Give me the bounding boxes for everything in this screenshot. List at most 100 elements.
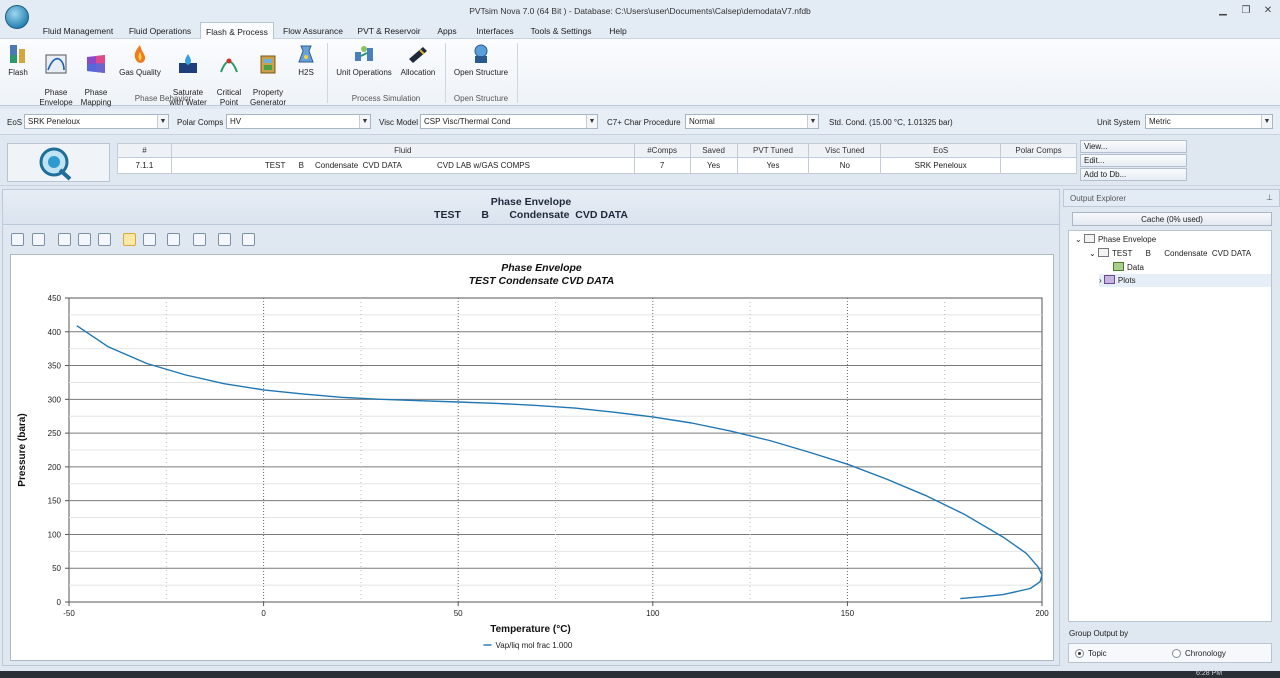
- phase-envelope-label: Phase Envelope: [39, 88, 73, 107]
- tab-tools-settings[interactable]: Tools & Settings: [528, 24, 594, 39]
- table-row[interactable]: 7.1.1 TEST B Condensate CVD DATA CVD LAB…: [117, 157, 1077, 174]
- edit-button[interactable]: Edit...: [1080, 154, 1187, 167]
- x-axis-label: Temperature (°C): [490, 624, 571, 635]
- unit-system-select[interactable]: Metric ▼: [1145, 114, 1273, 129]
- chronology-radio[interactable]: [1172, 649, 1181, 658]
- polar-comps-select[interactable]: HV ▼: [226, 114, 371, 129]
- ribbon: Flash Phase Envelope Phase Mapping Gas Q…: [0, 39, 1280, 108]
- tab-flow-assurance[interactable]: Flow Assurance: [280, 24, 346, 39]
- critical-point-button[interactable]: Critical Point: [212, 43, 246, 108]
- phase-mapping-label: Phase Mapping: [80, 88, 112, 107]
- expand-icon[interactable]: ⌄: [1089, 249, 1098, 258]
- app-window: PVTsim Nova 7.0 (64 Bit ) - Database: C:…: [0, 0, 1280, 678]
- table-icon[interactable]: [143, 233, 156, 246]
- chronology-label: Chronology: [1185, 649, 1226, 658]
- tab-fluid-management[interactable]: Fluid Management: [40, 24, 116, 39]
- close-button[interactable]: ✕: [1262, 5, 1274, 17]
- x-tick-label: 150: [841, 609, 855, 618]
- tab-apps[interactable]: Apps: [432, 24, 462, 39]
- fluid-pvt-tuned: Yes: [736, 157, 810, 174]
- tab-help[interactable]: Help: [604, 24, 632, 39]
- visc-model-select[interactable]: CSP Visc/Thermal Cond ▼: [420, 114, 598, 129]
- column-header: Fluid: [170, 143, 635, 158]
- group-label-phase-behavior: Phase Behavior: [134, 94, 192, 103]
- expand-icon[interactable]: ⌄: [1075, 235, 1084, 244]
- zoom-icon[interactable]: [58, 233, 71, 246]
- chart-settings-icon[interactable]: [242, 233, 255, 246]
- critical-point-icon: [220, 58, 238, 73]
- y-axis-label: Pressure (bara): [17, 413, 28, 486]
- group-output-label: Group Output by: [1069, 629, 1129, 638]
- flash-label: Flash: [8, 68, 28, 77]
- tab-fluid-operations[interactable]: Fluid Operations: [124, 24, 196, 39]
- chevron-down-icon: ▼: [586, 115, 597, 128]
- fluid-logo: [7, 143, 110, 182]
- c7-procedure-label: C7+ Char Procedure: [607, 118, 681, 127]
- fluid-visc-tuned: No: [808, 157, 882, 174]
- topic-label: Topic: [1088, 649, 1107, 658]
- c7-procedure-select[interactable]: Normal ▼: [685, 114, 819, 129]
- y-tick-label: 50: [52, 564, 61, 573]
- print-icon[interactable]: [78, 233, 91, 246]
- unit-system-value: Metric: [1149, 117, 1171, 126]
- x-tick-label: 0: [261, 609, 266, 618]
- plot-toolbar: [2, 228, 1060, 250]
- plot-area: 0 50 100 150 200 250 300 350 400 450 -50 0 50 100 150 2…: [10, 254, 1054, 661]
- zoom-fit-icon[interactable]: [193, 233, 206, 246]
- tree-node-phase-envelope[interactable]: ⌄ Phase Envelope: [1075, 233, 1156, 246]
- new-document-icon[interactable]: [32, 233, 45, 246]
- open-structure-button[interactable]: Open Structure: [450, 43, 512, 78]
- app-logo-icon[interactable]: [5, 5, 29, 29]
- y-tick-label: 300: [48, 395, 62, 404]
- eos-select[interactable]: SRK Peneloux ▼: [24, 114, 169, 129]
- column-header: Polar Comps: [1000, 143, 1077, 158]
- gas-quality-button[interactable]: Gas Quality: [116, 43, 164, 78]
- pin-icon[interactable]: ⊥: [1266, 193, 1273, 202]
- edit-icon[interactable]: [218, 233, 231, 246]
- column-header: PVT Tuned: [736, 143, 810, 158]
- tab-interfaces[interactable]: Interfaces: [470, 24, 520, 39]
- fluid-drop-icon: [39, 147, 72, 181]
- search-icon[interactable]: [167, 233, 180, 246]
- tab-flash-process[interactable]: Flash & Process: [200, 22, 274, 40]
- list-view-icon[interactable]: [123, 233, 136, 246]
- chevron-down-icon: ▼: [157, 115, 168, 128]
- x-tick-label: 200: [1035, 609, 1049, 618]
- topic-radio[interactable]: [1075, 649, 1084, 658]
- eos-label: EoS: [7, 118, 23, 127]
- phase-envelope-chart: 050100150200250300350400450-50 0 50 100 150 2…: [17, 262, 1049, 650]
- gas-quality-icon: [134, 45, 146, 63]
- chevron-down-icon: ▼: [359, 115, 370, 128]
- taskbar: [0, 671, 1280, 678]
- h2s-button[interactable]: H2S: [292, 43, 320, 78]
- critical-point-label: Critical Point: [216, 88, 242, 107]
- tree-node-fluid[interactable]: ⌄ TEST B Condensate CVD DATA: [1089, 247, 1251, 260]
- visc-model-label: Visc Model: [379, 118, 418, 127]
- open-structure-icon: [474, 44, 488, 63]
- unit-operations-button[interactable]: Unit Operations: [333, 43, 395, 78]
- y-tick-label: 250: [48, 429, 62, 438]
- x-tick-label: -50: [63, 609, 75, 618]
- property-generator-button[interactable]: Property Generator: [246, 43, 290, 108]
- view-button[interactable]: View...: [1080, 140, 1187, 153]
- tree-node-plots[interactable]: › Plots: [1099, 274, 1271, 287]
- add-to-db-button[interactable]: Add to Db...: [1080, 168, 1187, 181]
- minimize-button[interactable]: ▁: [1217, 5, 1229, 17]
- unit-operations-icon: [355, 46, 373, 61]
- tree-node-data[interactable]: Data: [1113, 261, 1144, 274]
- h2s-icon: [298, 45, 314, 63]
- save-icon[interactable]: [11, 233, 24, 246]
- allocation-button[interactable]: Allocation: [398, 43, 438, 78]
- phase-envelope-button[interactable]: Phase Envelope: [36, 43, 76, 108]
- property-generator-label: Property Generator: [249, 88, 287, 107]
- x-tick-label: 100: [646, 609, 660, 618]
- y-tick-label: 0: [57, 598, 62, 607]
- restore-button[interactable]: ❐: [1240, 5, 1252, 17]
- fluid-number: 7.1.1: [117, 157, 172, 174]
- export-icon[interactable]: [98, 233, 111, 246]
- flash-button[interactable]: Flash: [4, 43, 32, 78]
- tab-pvt-reservoir[interactable]: PVT & Reservoir: [356, 24, 422, 39]
- settings-bar: EoS SRK Peneloux ▼ Polar Comps HV ▼ Visc M…: [0, 109, 1280, 135]
- cache-button[interactable]: Cache (0% used): [1072, 212, 1272, 226]
- chart-subtitle: TEST Condensate CVD DATA: [469, 275, 614, 287]
